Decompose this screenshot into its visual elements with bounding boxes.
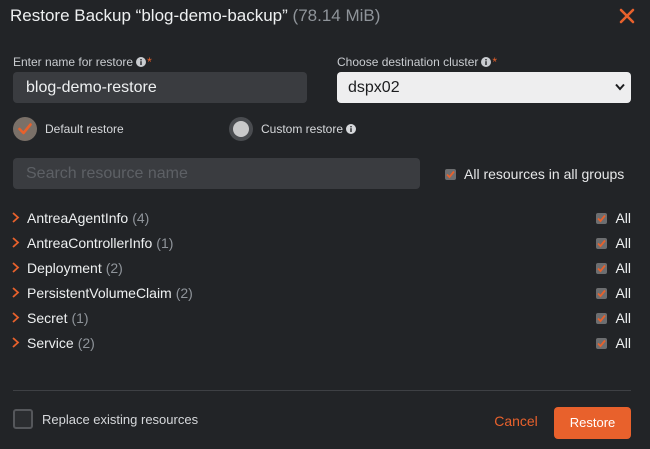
resource-checkbox[interactable] <box>596 237 608 249</box>
resource-all-label: All <box>615 210 631 226</box>
resource-checkbox[interactable] <box>596 312 608 324</box>
resource-name: AntreaControllerInfo <box>27 234 153 251</box>
custom-restore-label: Custom restore <box>261 122 357 136</box>
close-icon <box>619 8 635 24</box>
destination-cluster-select[interactable]: dspx02 <box>337 72 631 103</box>
custom-restore-label-text: Custom restore <box>261 122 344 136</box>
resource-count: (2) <box>175 284 193 301</box>
selected-cluster: dspx02 <box>348 79 400 96</box>
resource-name: Service <box>27 334 74 351</box>
resource-row[interactable]: Deployment (2) All <box>11 255 635 280</box>
info-icon[interactable] <box>481 57 492 67</box>
check-icon <box>446 170 455 178</box>
dialog-title-text: Restore Backup “blog-demo-backup” <box>10 6 288 25</box>
replace-existing-checkbox[interactable] <box>13 409 33 429</box>
custom-restore-radio[interactable] <box>229 117 253 141</box>
restore-name-input[interactable]: blog-demo-restore <box>13 72 307 103</box>
chevron-right-icon[interactable] <box>11 287 20 298</box>
resource-row[interactable]: PersistentVolumeClaim (2) All <box>11 280 635 305</box>
replace-existing-label: Replace existing resources <box>42 411 199 427</box>
resource-select-all[interactable]: All <box>596 285 631 301</box>
resource-row[interactable]: AntreaAgentInfo (4) All <box>11 205 635 230</box>
check-icon <box>597 314 607 322</box>
chevron-right-icon[interactable] <box>11 237 20 248</box>
resource-checkbox[interactable] <box>596 212 608 224</box>
check-icon <box>597 214 607 222</box>
resource-checkbox[interactable] <box>596 287 608 299</box>
resource-all-label: All <box>615 335 631 351</box>
required-mark: * <box>492 55 498 69</box>
check-icon <box>597 339 607 347</box>
resource-name: PersistentVolumeClaim <box>27 284 172 301</box>
default-restore-option[interactable]: Default restore <box>13 117 124 141</box>
close-button[interactable] <box>618 7 636 25</box>
resource-select-all[interactable]: All <box>596 210 631 226</box>
required-mark: * <box>147 55 152 69</box>
resource-all-label: All <box>615 310 631 326</box>
chevron-right-icon[interactable] <box>11 262 20 273</box>
resource-all-label: All <box>615 285 631 301</box>
custom-restore-option[interactable]: Custom restore <box>229 117 357 141</box>
resource-count: (1) <box>71 309 89 326</box>
restore-button[interactable]: Restore <box>554 407 631 439</box>
restore-backup-dialog: Restore Backup “blog-demo-backup” (78.14… <box>0 0 650 449</box>
default-restore-label: Default restore <box>45 122 124 136</box>
resource-row[interactable]: Service (2) All <box>11 330 635 355</box>
resource-list: AntreaAgentInfo (4) All AntreaControllerI… <box>11 205 635 355</box>
resource-row[interactable]: AntreaControllerInfo (1) All <box>11 230 635 255</box>
resource-select-all[interactable]: All <box>596 260 631 276</box>
destination-cluster-label-text: Choose destination cluster <box>337 55 479 69</box>
resource-name: Secret <box>27 309 68 326</box>
chevron-right-icon[interactable] <box>11 337 20 348</box>
replace-existing-option[interactable]: Replace existing resources <box>13 409 198 429</box>
resource-all-label: All <box>615 235 631 251</box>
chevron-right-icon[interactable] <box>11 212 20 223</box>
cancel-button[interactable]: Cancel <box>488 409 544 433</box>
chevron-right-icon[interactable] <box>11 312 20 323</box>
info-icon[interactable] <box>346 124 357 134</box>
resource-count: (2) <box>105 259 123 276</box>
restore-name-label: Enter name for restore * <box>13 55 152 69</box>
all-resources-label: All resources in all groups <box>464 166 625 182</box>
resource-name: Deployment <box>27 259 102 276</box>
resource-select-all[interactable]: All <box>596 310 631 326</box>
restore-name-label-text: Enter name for restore <box>13 55 134 69</box>
resource-count: (2) <box>77 334 95 351</box>
check-icon <box>597 289 607 297</box>
resource-name: AntreaAgentInfo <box>27 209 129 226</box>
search-resource-input[interactable]: Search resource name <box>13 158 420 189</box>
resource-checkbox[interactable] <box>596 262 608 274</box>
resource-row[interactable]: Secret (1) All <box>11 305 635 330</box>
all-resources-checkbox[interactable] <box>445 168 456 180</box>
resource-checkbox[interactable] <box>596 337 608 349</box>
check-icon <box>597 264 607 272</box>
resource-select-all[interactable]: All <box>596 335 631 351</box>
resource-count: (1) <box>156 234 174 251</box>
info-icon[interactable] <box>136 57 147 67</box>
resource-all-label: All <box>615 260 631 276</box>
footer-divider <box>13 390 631 391</box>
dialog-title: Restore Backup “blog-demo-backup” (78.14… <box>10 6 380 26</box>
destination-cluster-label: Choose destination cluster * <box>337 55 497 69</box>
backup-size: (78.14 MiB) <box>292 6 381 25</box>
default-restore-radio[interactable] <box>13 117 37 141</box>
chevron-down-icon <box>615 83 625 91</box>
check-icon <box>597 239 607 247</box>
check-icon <box>18 123 32 135</box>
resource-select-all[interactable]: All <box>596 235 631 251</box>
resource-count: (4) <box>132 209 150 226</box>
radio-dot <box>233 121 249 137</box>
all-resources-toggle[interactable]: All resources in all groups <box>445 166 624 182</box>
